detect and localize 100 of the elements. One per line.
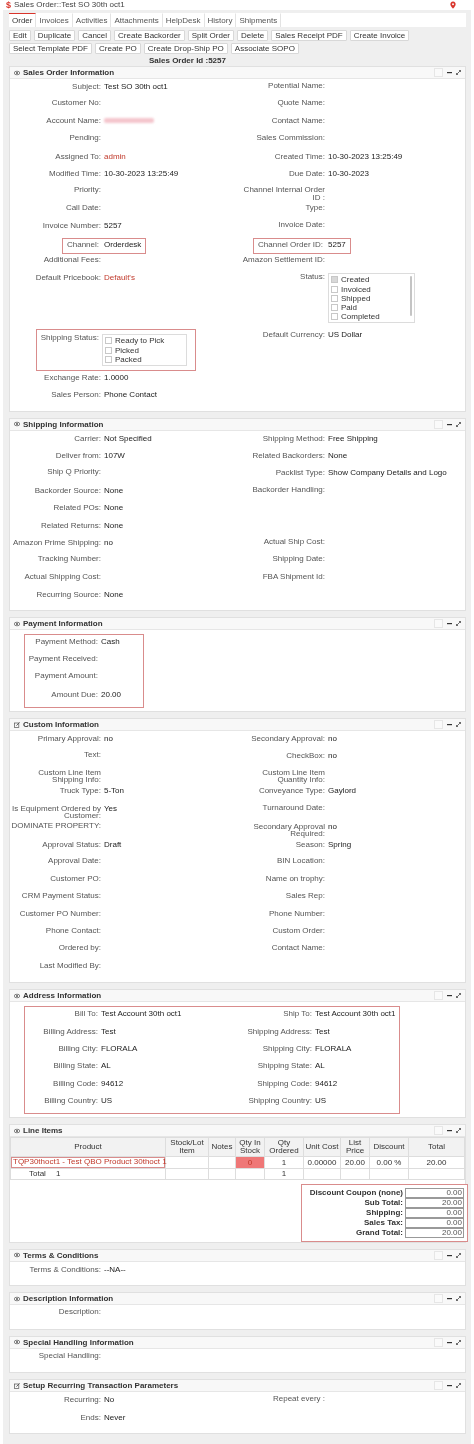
total-count: 1 <box>55 1169 61 1179</box>
scrollbar[interactable] <box>410 276 412 317</box>
action-button[interactable]: Sales Receipt PDF <box>271 30 347 41</box>
section-header[interactable]: Shipping Information <box>10 418 465 431</box>
field-label: BIN Location: <box>275 857 326 865</box>
column-header: Discount <box>369 1137 409 1157</box>
field-label: Default Pricebook: <box>34 274 102 282</box>
field-value: no <box>328 734 337 744</box>
action-button[interactable]: Duplicate <box>33 30 76 41</box>
tab[interactable]: Activities <box>72 13 112 27</box>
toggle-box[interactable] <box>434 1250 443 1260</box>
amount-field[interactable]: 0.00 <box>405 1217 464 1229</box>
section-header[interactable]: Special Handling Information <box>10 1336 465 1349</box>
toggle-box[interactable] <box>434 619 443 629</box>
amount-field[interactable]: 20.00 <box>405 1197 464 1209</box>
amount-field[interactable]: 20.00 <box>405 1227 464 1239</box>
section-header[interactable]: Custom Information <box>10 719 465 732</box>
action-button[interactable]: Cancel <box>78 30 112 41</box>
section-header[interactable]: Address Information <box>10 990 465 1003</box>
amount-field[interactable]: 0.00 <box>405 1187 464 1199</box>
total-label: Sales Tax: <box>364 1218 403 1228</box>
field-label: Text: <box>83 751 102 760</box>
tab[interactable]: Attachments <box>111 13 163 27</box>
field-label: Assigned To: <box>54 152 102 161</box>
action-button[interactable]: Edit <box>9 30 31 41</box>
toggle-box[interactable] <box>434 68 443 77</box>
checkbox[interactable] <box>105 346 112 354</box>
action-button[interactable]: Select Template PDF <box>9 43 92 54</box>
tab[interactable]: Shipments <box>236 13 282 27</box>
field-label: Contact Name: <box>270 116 326 125</box>
toggle-box[interactable] <box>434 1337 443 1347</box>
toggle-box[interactable] <box>434 1381 443 1391</box>
section-title: Shipping Information <box>23 419 104 429</box>
toggle-box[interactable] <box>434 991 443 1001</box>
total-label: Discount Coupon (none) <box>309 1188 403 1198</box>
pin-icon <box>450 1 456 9</box>
field-label: Payment Received: <box>27 654 99 663</box>
field-label: Packlist Type: <box>274 469 326 477</box>
field-link[interactable]: Default's <box>104 273 135 283</box>
section-header[interactable]: Setup Recurring Transaction Parameters <box>10 1380 465 1393</box>
field-label: Is Equipment Ordered by Customer: <box>11 804 102 820</box>
field-label: Contact Name: <box>270 944 326 952</box>
section-header[interactable]: Sales Order Information <box>10 67 465 79</box>
expand-icon <box>456 70 461 75</box>
section-header[interactable]: Description Information <box>10 1293 465 1306</box>
amount-field[interactable]: 0.00 <box>405 1207 464 1219</box>
section-title: Description Information <box>23 1294 114 1304</box>
action-button[interactable]: Delete <box>237 30 269 41</box>
toggle-box[interactable] <box>434 1294 443 1304</box>
action-button[interactable]: Create Drop-Ship PO <box>143 43 228 54</box>
total-label: Grand Total: <box>356 1228 403 1238</box>
field-label: Default Currency: <box>261 331 326 339</box>
expand-icon <box>456 1383 461 1389</box>
checkbox[interactable] <box>331 313 338 321</box>
action-button[interactable]: Create PO <box>95 43 141 54</box>
action-button[interactable]: Associate SOPO <box>230 43 299 54</box>
field-label: Billing Address: <box>42 1027 99 1036</box>
field-label: Name on trophy: <box>264 874 326 883</box>
toggle-box[interactable] <box>434 720 443 730</box>
tab[interactable]: Invoices <box>36 13 73 27</box>
field-value: 94612 <box>101 1078 124 1088</box>
action-button[interactable]: Create Backorder <box>114 30 185 41</box>
action-button[interactable]: Create Invoice <box>349 30 410 41</box>
tab[interactable]: Order <box>9 13 37 27</box>
action-button[interactable]: Split Order <box>187 30 234 41</box>
field-label: Season: <box>294 841 326 849</box>
tab[interactable]: HelpDesk <box>162 13 205 27</box>
tab[interactable]: History <box>204 13 237 27</box>
field-value: Test Account 30th oct1 <box>101 1009 182 1019</box>
field-link[interactable]: admin <box>104 151 126 161</box>
section-header[interactable]: Terms & Conditions <box>10 1249 465 1262</box>
field-value: None <box>104 590 124 600</box>
table-cell: 20.00 <box>345 1158 365 1168</box>
checkbox[interactable] <box>331 303 338 311</box>
section-title: Special Handling Information <box>23 1337 134 1347</box>
field-value: FLORALA <box>101 1043 138 1053</box>
column-header: Qty In Stock <box>235 1137 265 1157</box>
field-label: Potential Name: <box>267 82 326 90</box>
toggle-box[interactable] <box>434 419 443 429</box>
checkbox[interactable] <box>331 294 338 302</box>
checkbox[interactable] <box>331 285 338 293</box>
column-header: Qty Ordered <box>264 1137 304 1157</box>
field-value: AL <box>315 1061 325 1071</box>
section-title: Address Information <box>23 991 102 1001</box>
option-label: Created <box>341 275 370 285</box>
field-value: 10-30-2023 13:25:49 <box>104 168 179 178</box>
field-label: Shipping Status: <box>40 334 100 342</box>
toggle-box[interactable] <box>434 1126 443 1136</box>
checkbox[interactable] <box>105 337 112 345</box>
field-value: no <box>104 734 113 744</box>
field-label: Additional Fees: <box>42 255 102 264</box>
field-value: Show Company Details and Logo <box>328 468 447 478</box>
option-label: Ready to Pick <box>115 336 165 346</box>
section-header[interactable]: Payment Information <box>10 618 465 631</box>
field-label: DOMINATE PROPERTY: <box>10 821 102 830</box>
checkbox[interactable] <box>105 355 112 363</box>
product-link[interactable]: TQP30thoct1 - Test QBO Product 30thoct 1 <box>11 1157 165 1168</box>
field-label: Related Backorders: <box>251 451 326 460</box>
field-value: Spring <box>328 840 352 849</box>
section-header[interactable]: Line Items <box>10 1125 465 1138</box>
